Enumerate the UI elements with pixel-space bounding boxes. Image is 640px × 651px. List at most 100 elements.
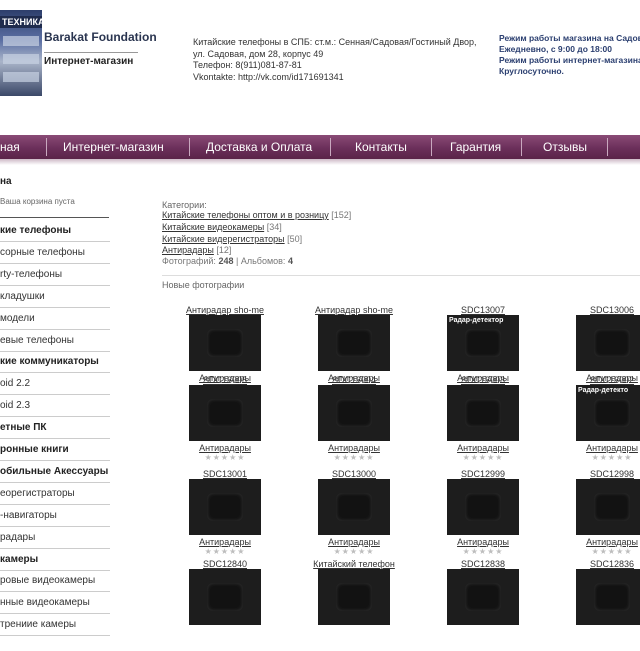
photo-category-link[interactable]: Антирадары	[557, 443, 640, 453]
photo-thumbnail[interactable]	[318, 569, 390, 625]
sidebar-item[interactable]: модели	[0, 313, 110, 324]
photo-thumbnail[interactable]	[189, 315, 261, 371]
sidebar-item[interactable]: сорные телефоны	[0, 247, 110, 258]
photo-category-link[interactable]: Антирадары	[170, 443, 280, 453]
rating-stars[interactable]: ★★★★★	[557, 547, 640, 556]
sidebar-item[interactable]: кие коммуникаторы	[0, 356, 110, 367]
photo-category-link[interactable]: Антирадары	[428, 443, 538, 453]
device-shape	[465, 399, 501, 427]
category-link[interactable]: Китайские телефоны оптом и в розницу	[162, 210, 329, 220]
sidebar-item[interactable]: трениие камеры	[0, 619, 110, 630]
photo-category-link[interactable]: Антирадары	[299, 537, 409, 547]
main-nav: ная Интернет-магазин Доставка и Оплата К…	[0, 135, 640, 159]
category-link[interactable]: Китайские видеокамеры	[162, 222, 264, 232]
brand-name[interactable]: Barakat Foundation	[44, 30, 157, 44]
rating-stars[interactable]: ★★★★★	[428, 547, 538, 556]
photo-category-link[interactable]: Антирадары	[557, 537, 640, 547]
sidebar-divider	[0, 591, 110, 593]
sidebar-item[interactable]: кие телефоны	[0, 225, 110, 236]
photo-title-link[interactable]: SDC13004	[299, 375, 409, 385]
rating-stars[interactable]: ★★★★★	[299, 453, 409, 462]
contact-vk[interactable]: Vkontakte: http://vk.com/id171691341	[193, 72, 483, 84]
sidebar-item[interactable]: етные ПК	[0, 422, 110, 433]
photo-thumbnail[interactable]	[576, 569, 640, 625]
photo-thumbnail[interactable]: Радар-детектор	[447, 315, 519, 371]
photo-thumbnail[interactable]	[189, 479, 261, 535]
shop-logo-image[interactable]: ТЕХНИКА	[0, 10, 42, 96]
sidebar-item[interactable]: евые телефоны	[0, 335, 110, 346]
category-count: [12]	[216, 245, 232, 255]
rating-stars[interactable]: ★★★★★	[428, 453, 538, 462]
nav-item-delivery[interactable]: Доставка и Оплата	[206, 135, 312, 159]
rating-stars[interactable]: ★★★★★	[299, 547, 409, 556]
photo-thumbnail[interactable]	[318, 385, 390, 441]
sidebar-item[interactable]: oid 2.3	[0, 400, 110, 411]
rating-stars[interactable]: ★★★★★	[170, 547, 280, 556]
photo-thumbnail[interactable]	[189, 385, 261, 441]
photo-title-link[interactable]: SDC13000	[299, 469, 409, 479]
sidebar-item[interactable]: rty-телефоны	[0, 269, 110, 280]
photo-title-link[interactable]: SDC12840	[170, 559, 280, 569]
photo-title-link[interactable]: SDC13007	[428, 305, 538, 315]
sidebar-item[interactable]: ронные книги	[0, 444, 110, 455]
nav-item-contacts[interactable]: Контакты	[355, 135, 407, 159]
photo-thumbnail[interactable]	[447, 385, 519, 441]
photo-card: Китайский телефон	[299, 559, 409, 651]
photo-thumbnail[interactable]	[318, 479, 390, 535]
rating-stars[interactable]: ★★★★★	[557, 453, 640, 462]
photo-title-link[interactable]: SDC13005	[170, 375, 280, 385]
category-count: [34]	[266, 222, 282, 232]
photo-card: SDC13002 Радар-детекто Антирадары ★★★★★	[557, 375, 640, 467]
contact-info: Китайские телефоны в СПБ: ст.м.: Сенная/…	[193, 37, 483, 83]
nav-separator	[431, 138, 432, 156]
photo-category-link[interactable]: Антирадары	[428, 537, 538, 547]
photo-thumbnail[interactable]	[576, 479, 640, 535]
category-count: [152]	[331, 210, 352, 220]
hours-line: Режим работы магазина на Садовой:	[499, 33, 640, 43]
sidebar-item[interactable]: кладушки	[0, 291, 110, 302]
photo-category-link[interactable]: Антирадары	[170, 537, 280, 547]
photo-title-link[interactable]: SDC12838	[428, 559, 538, 569]
sidebar-item[interactable]: нные видеокамеры	[0, 597, 110, 608]
gallery-stats: Фотографий: 248 | Альбомов: 4	[162, 256, 293, 266]
category-link[interactable]: Китайские видерегистраторы	[162, 234, 285, 244]
photo-thumbnail[interactable]	[318, 315, 390, 371]
rating-stars[interactable]: ★★★★★	[170, 453, 280, 462]
photo-title-link[interactable]: SDC13002	[557, 375, 640, 385]
section-divider	[162, 275, 640, 276]
sidebar-item[interactable]: еорегистраторы	[0, 488, 110, 499]
sidebar-divider	[0, 372, 110, 374]
category-link[interactable]: Антирадары	[162, 245, 214, 255]
photo-category-link[interactable]: Антирадары	[299, 443, 409, 453]
sidebar-item[interactable]: ровые видеокамеры	[0, 575, 110, 586]
sidebar-item[interactable]: -навигаторы	[0, 510, 110, 521]
photo-thumbnail[interactable]	[447, 569, 519, 625]
sidebar-item[interactable]: oid 2.2	[0, 378, 110, 389]
photo-title-link[interactable]: SDC12998	[557, 469, 640, 479]
sidebar-item[interactable]: обильные Акессуары	[0, 466, 110, 477]
category-row: Китайские телефоны оптом и в розницу [15…	[162, 210, 351, 220]
nav-item-reviews[interactable]: Отзывы	[543, 135, 587, 159]
sidebar-divider	[0, 306, 110, 308]
nav-item-shop[interactable]: Интернет-магазин	[63, 135, 164, 159]
photo-thumbnail[interactable]	[447, 479, 519, 535]
photo-title-link[interactable]: SDC12999	[428, 469, 538, 479]
photo-title-link[interactable]: SDC12836	[557, 559, 640, 569]
sidebar-divider	[0, 460, 110, 461]
device-shape	[594, 493, 630, 521]
photo-title-link[interactable]: Антирадар sho-me	[299, 305, 409, 315]
category-row: Антирадары [12]	[162, 245, 231, 255]
photo-title-link[interactable]: SDC13003	[428, 375, 538, 385]
photo-title-link[interactable]: SDC13001	[170, 469, 280, 479]
nav-item-warranty[interactable]: Гарантия	[450, 135, 501, 159]
nav-item-home[interactable]: ная	[0, 135, 20, 159]
photo-thumbnail[interactable]	[576, 315, 640, 371]
stats-separator: |	[236, 256, 239, 266]
photo-title-link[interactable]: SDC13006	[557, 305, 640, 315]
photo-title-link[interactable]: Китайский телефон	[299, 559, 409, 569]
photo-thumbnail[interactable]: Радар-детекто	[576, 385, 640, 441]
photo-thumbnail[interactable]	[189, 569, 261, 625]
sidebar-item[interactable]: радары	[0, 532, 110, 543]
photo-title-link[interactable]: Антирадар sho-me	[170, 305, 280, 315]
sidebar-item[interactable]: камеры	[0, 554, 110, 565]
